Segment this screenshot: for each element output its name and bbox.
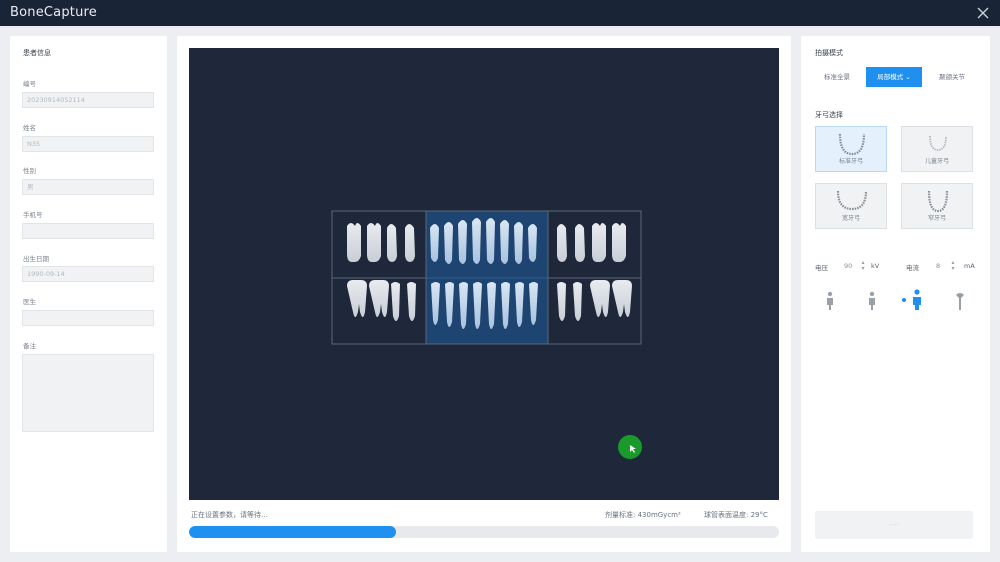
lower-left-teeth — [347, 280, 416, 321]
arch-option-child-label: 儿童牙弓 — [924, 158, 949, 165]
lower-right-teeth — [557, 280, 632, 321]
patient-section-title: 患者信息 — [23, 49, 51, 57]
mode-standard-panoramic-button[interactable]: 标准全景 — [809, 67, 865, 87]
arch-option-wide[interactable]: 宽牙弓 — [815, 183, 887, 229]
viewer-panel: 正在设置参数，请等待… 剂量标准: 430mGycm² 球管表面温度: 29°C — [177, 36, 791, 552]
mode-partial-dropdown[interactable]: 局部模式 ⌄ — [866, 67, 922, 87]
dose-readout: 剂量标准: 430mGycm² — [605, 511, 681, 519]
voltage-label: 电压 — [815, 264, 828, 272]
image-viewport[interactable] — [189, 48, 779, 500]
notes-textarea[interactable] — [22, 354, 154, 432]
arch-option-child[interactable]: 儿童牙弓 — [901, 126, 973, 172]
arch-option-narrow-label: 窄牙弓 — [927, 215, 946, 222]
patient-sex-label: 性别 — [23, 167, 36, 175]
arch-selection-title: 牙弓选择 — [815, 111, 843, 119]
doctor-label: 医生 — [23, 298, 36, 306]
current-stepper[interactable]: ▴ ▾ — [949, 260, 957, 272]
arch-option-narrow[interactable]: 窄牙弓 — [901, 183, 973, 229]
upper-left-teeth — [347, 223, 415, 262]
shooting-mode-title: 拍摄模式 — [815, 49, 843, 57]
voltage-value[interactable]: 90 — [844, 262, 852, 270]
voltage-unit: kV — [871, 262, 880, 270]
selected-pose-indicator — [902, 298, 906, 302]
notes-label: 备注 — [23, 342, 36, 350]
start-exposure-button[interactable]: ···· — [815, 511, 973, 539]
pose-child-icon[interactable] — [825, 291, 835, 311]
shooting-panel: 拍摄模式 标准全景 局部模式 ⌄ 颞颌关节 牙弓选择 标准牙弓 儿童牙弓 宽牙弓… — [801, 36, 990, 552]
patient-name-label: 姓名 — [23, 124, 36, 132]
pose-adult-icon[interactable] — [911, 289, 923, 311]
patient-sex-field[interactable]: 男 — [22, 179, 154, 195]
patient-name-field[interactable]: N35 — [22, 136, 154, 152]
current-label: 电流 — [906, 264, 919, 272]
voltage-stepper[interactable]: ▴ ▾ — [859, 260, 867, 272]
pose-adult-small-icon[interactable] — [867, 291, 877, 311]
progress-bar — [189, 526, 779, 538]
close-icon — [977, 7, 989, 19]
status-message: 正在设置参数，请等待… — [191, 511, 268, 519]
mode-tmj-button[interactable]: 颞颌关节 — [924, 67, 980, 87]
upper-right-teeth — [557, 223, 626, 262]
arch-option-wide-label: 宽牙弓 — [841, 215, 860, 222]
patient-phone-field[interactable] — [22, 223, 154, 239]
doctor-field[interactable] — [22, 310, 154, 326]
progress-fill — [189, 526, 396, 538]
close-button[interactable] — [974, 4, 992, 22]
patient-birthdate-field[interactable]: 1990-09-14 — [22, 266, 154, 282]
dental-region-selector[interactable] — [189, 48, 779, 500]
patient-birthdate-label: 出生日期 — [23, 255, 49, 263]
patient-id-field[interactable]: 20230914052114 — [22, 92, 154, 108]
arch-option-standard[interactable]: 标准牙弓 — [815, 126, 887, 172]
patient-id-label: 编号 — [23, 80, 36, 88]
app-title: BoneCapture — [10, 5, 97, 20]
tube-temperature-readout: 球管表面温度: 29°C — [704, 511, 768, 519]
arch-option-standard-label: 标准牙弓 — [838, 158, 863, 165]
patient-phone-label: 手机号 — [23, 211, 43, 219]
current-value[interactable]: 8 — [936, 262, 940, 270]
patient-info-panel: 患者信息 编号 20230914052114 姓名 N35 性别 男 手机号 出… — [10, 36, 167, 552]
current-unit: mA — [964, 262, 975, 270]
title-bar: BoneCapture — [0, 0, 1000, 26]
pose-standing-icon[interactable] — [955, 291, 965, 311]
